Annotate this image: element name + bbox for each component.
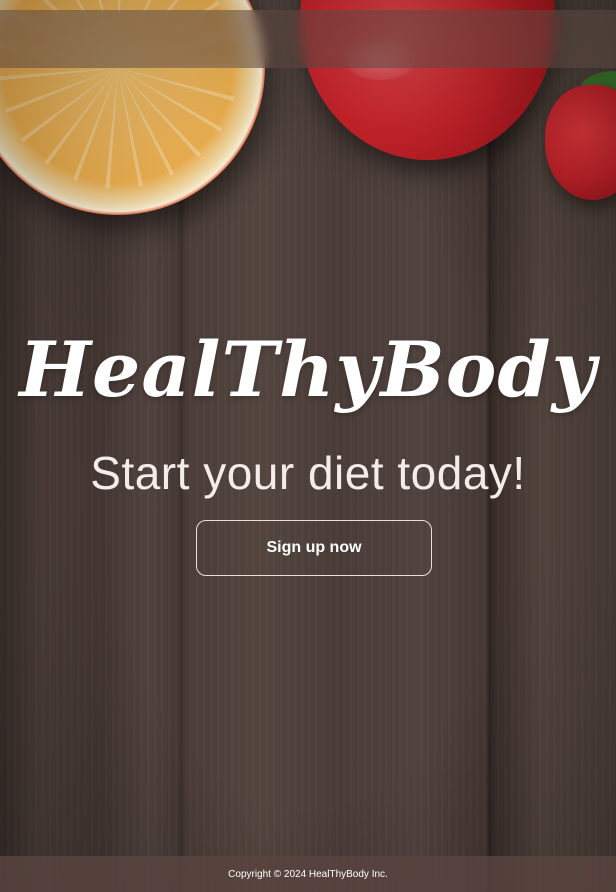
sign-up-button[interactable]: Sign up now <box>196 520 432 576</box>
top-nav-bar <box>0 10 616 68</box>
copyright-text: Copyright © 2024 HealThyBody Inc. <box>228 868 388 880</box>
hero-tagline: Start your diet today! <box>90 447 526 499</box>
brand-title: HealThyBody <box>19 325 597 414</box>
footer: Copyright © 2024 HealThyBody Inc. <box>0 856 616 892</box>
hero-section: HealThyBody Start your diet today! <box>0 300 616 500</box>
